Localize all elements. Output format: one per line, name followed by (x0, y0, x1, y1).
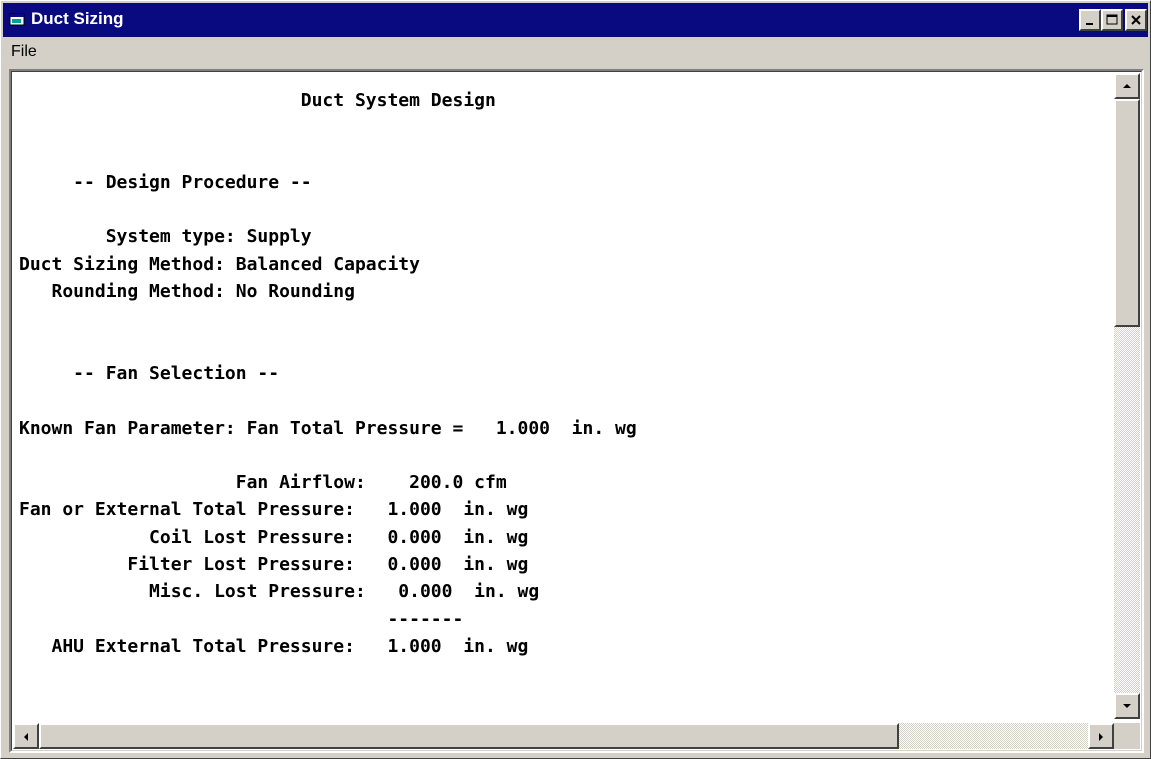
report-line: Misc. Lost Pressure: 0.000 in. wg (19, 581, 540, 603)
scroll-right-button[interactable] (1088, 723, 1114, 749)
report-line (19, 333, 1104, 360)
report-line: -- Fan Selection -- (19, 362, 280, 384)
vertical-scrollbar[interactable] (1114, 73, 1140, 719)
arrow-up-icon (1123, 84, 1131, 88)
report-line (19, 196, 1104, 223)
report-line (19, 142, 1104, 169)
menu-file[interactable]: File (11, 43, 37, 61)
report-line: Duct System Design (19, 90, 496, 111)
report-line: System type: Supply (19, 226, 312, 248)
menu-bar: File (3, 39, 1148, 65)
report-line (19, 114, 1104, 141)
report-line: Known Fan Parameter: Fan Total Pressure … (19, 417, 637, 439)
horizontal-scroll-thumb[interactable] (39, 723, 899, 749)
report-line: Filter Lost Pressure: 0.000 in. wg (19, 554, 529, 576)
report-text: Duct System Design -- Design Procedure -… (19, 87, 1104, 717)
scroll-down-button[interactable] (1114, 693, 1140, 719)
minimize-icon (1086, 23, 1093, 25)
report-line: Coil Lost Pressure: 0.000 in. wg (19, 526, 529, 548)
scroll-left-button[interactable] (13, 723, 39, 749)
report-line: Fan or External Total Pressure: 1.000 in… (19, 499, 529, 521)
close-button[interactable] (1125, 9, 1147, 31)
maximize-icon (1106, 14, 1118, 25)
report-line: Duct Sizing Method: Balanced Capacity (19, 253, 420, 275)
report-line: -- Design Procedure -- (19, 171, 312, 193)
arrow-left-icon (24, 733, 28, 741)
arrow-right-icon (1099, 733, 1103, 741)
report-line: AHU External Total Pressure: 1.000 in. w… (19, 635, 529, 657)
scrollbar-corner (1114, 723, 1140, 749)
report-line (19, 442, 1104, 469)
report-line: ------- (19, 608, 464, 630)
window-title: Duct Sizing (31, 9, 124, 28)
report-line: Fan Airflow: 200.0 cfm (19, 472, 507, 494)
report-line (19, 387, 1104, 414)
report-line (19, 305, 1104, 332)
close-icon (1131, 15, 1141, 25)
report-line: Rounding Method: No Rounding (19, 281, 355, 303)
minimize-button[interactable] (1079, 9, 1101, 31)
horizontal-scrollbar[interactable] (13, 723, 1114, 749)
duct-sizing-window: Duct Sizing File Duct System Design -- D… (0, 0, 1151, 759)
arrow-down-icon (1123, 704, 1131, 708)
scroll-up-button[interactable] (1114, 73, 1140, 99)
report-text-area[interactable]: Duct System Design -- Design Procedure -… (9, 69, 1144, 753)
app-icon (9, 13, 25, 26)
title-bar[interactable]: Duct Sizing (3, 3, 1148, 37)
maximize-button[interactable] (1101, 9, 1123, 31)
vertical-scroll-thumb[interactable] (1114, 99, 1140, 327)
